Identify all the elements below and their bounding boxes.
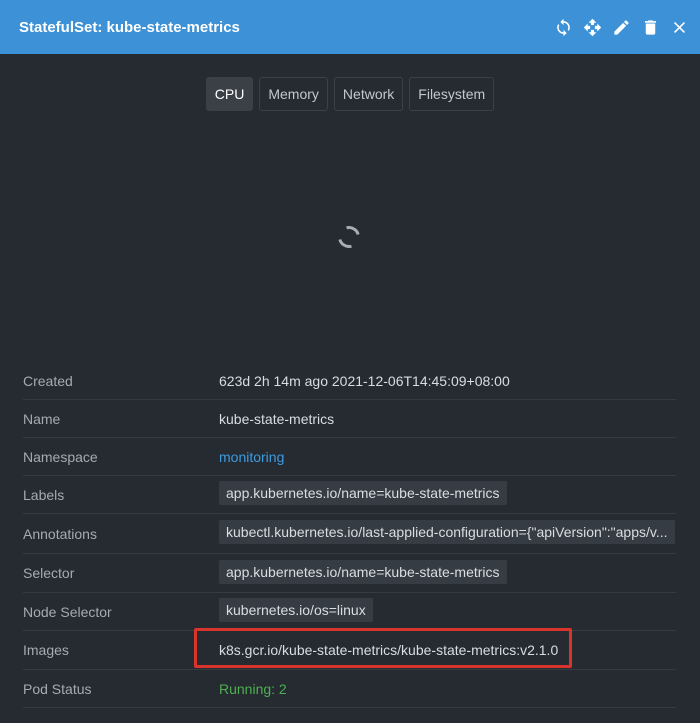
node-selector-chip: kubernetes.io/os=linux xyxy=(219,598,373,622)
close-button[interactable] xyxy=(669,14,690,40)
restart-button[interactable] xyxy=(553,14,574,40)
detail-row-annotations: Annotations kubectl.kubernetes.io/last-a… xyxy=(23,514,676,554)
move-icon xyxy=(583,18,602,36)
detail-row-created: Created 623d 2h 14m ago 2021-12-06T14:45… xyxy=(23,362,676,400)
metrics-tabs: CPU Memory Network Filesystem xyxy=(0,77,700,111)
detail-row-pod-status: Pod Status Running: 2 xyxy=(23,670,676,708)
images-highlight-box xyxy=(194,628,572,668)
labels-label: Labels xyxy=(23,486,65,503)
detail-row-labels: Labels app.kubernetes.io/name=kube-state… xyxy=(23,476,676,514)
header-actions xyxy=(553,14,690,40)
tab-network[interactable]: Network xyxy=(333,77,404,111)
detail-row-namespace: Namespace monitoring xyxy=(23,438,676,476)
close-icon xyxy=(673,21,686,33)
annotations-chip: kubectl.kubernetes.io/last-applied-confi… xyxy=(219,520,675,544)
selector-label: Selector xyxy=(23,565,75,581)
scale-button[interactable] xyxy=(582,14,603,40)
window-header: StatefulSet: kube-state-metrics xyxy=(0,0,700,54)
name-label: Name xyxy=(23,410,61,427)
detail-row-node-selector: Node Selector kubernetes.io/os=linux xyxy=(23,593,676,631)
delete-button[interactable] xyxy=(640,14,661,40)
pod-status-label: Pod Status xyxy=(23,680,92,697)
namespace-link[interactable]: monitoring xyxy=(219,449,676,465)
labels-chip: app.kubernetes.io/name=kube-state-metric… xyxy=(219,481,507,505)
selector-chip: app.kubernetes.io/name=kube-state-metric… xyxy=(219,559,507,584)
namespace-label: Namespace xyxy=(23,448,98,465)
images-label: Images xyxy=(23,642,69,658)
tab-cpu[interactable]: CPU xyxy=(205,77,254,111)
created-value: 623d 2h 14m ago 2021-12-06T14:45:09+08:0… xyxy=(219,372,510,389)
loading-spinner-icon xyxy=(333,221,365,253)
detail-row-name: Name kube-state-metrics xyxy=(23,400,676,438)
name-value: kube-state-metrics xyxy=(219,410,335,427)
tab-memory[interactable]: Memory xyxy=(259,77,328,111)
created-label: Created xyxy=(23,372,73,389)
node-selector-label: Node Selector xyxy=(23,603,112,620)
edit-button[interactable] xyxy=(611,14,632,40)
restart-icon xyxy=(557,18,570,36)
annotations-label: Annotations xyxy=(23,525,97,542)
tab-filesystem[interactable]: Filesystem xyxy=(409,77,495,111)
pod-status-value: Running: 2 xyxy=(219,680,287,697)
detail-row-selector: Selector app.kubernetes.io/name=kube-sta… xyxy=(23,554,676,593)
edit-icon xyxy=(614,19,629,35)
window-title: StatefulSet: kube-state-metrics xyxy=(19,18,240,36)
delete-icon xyxy=(644,19,657,35)
